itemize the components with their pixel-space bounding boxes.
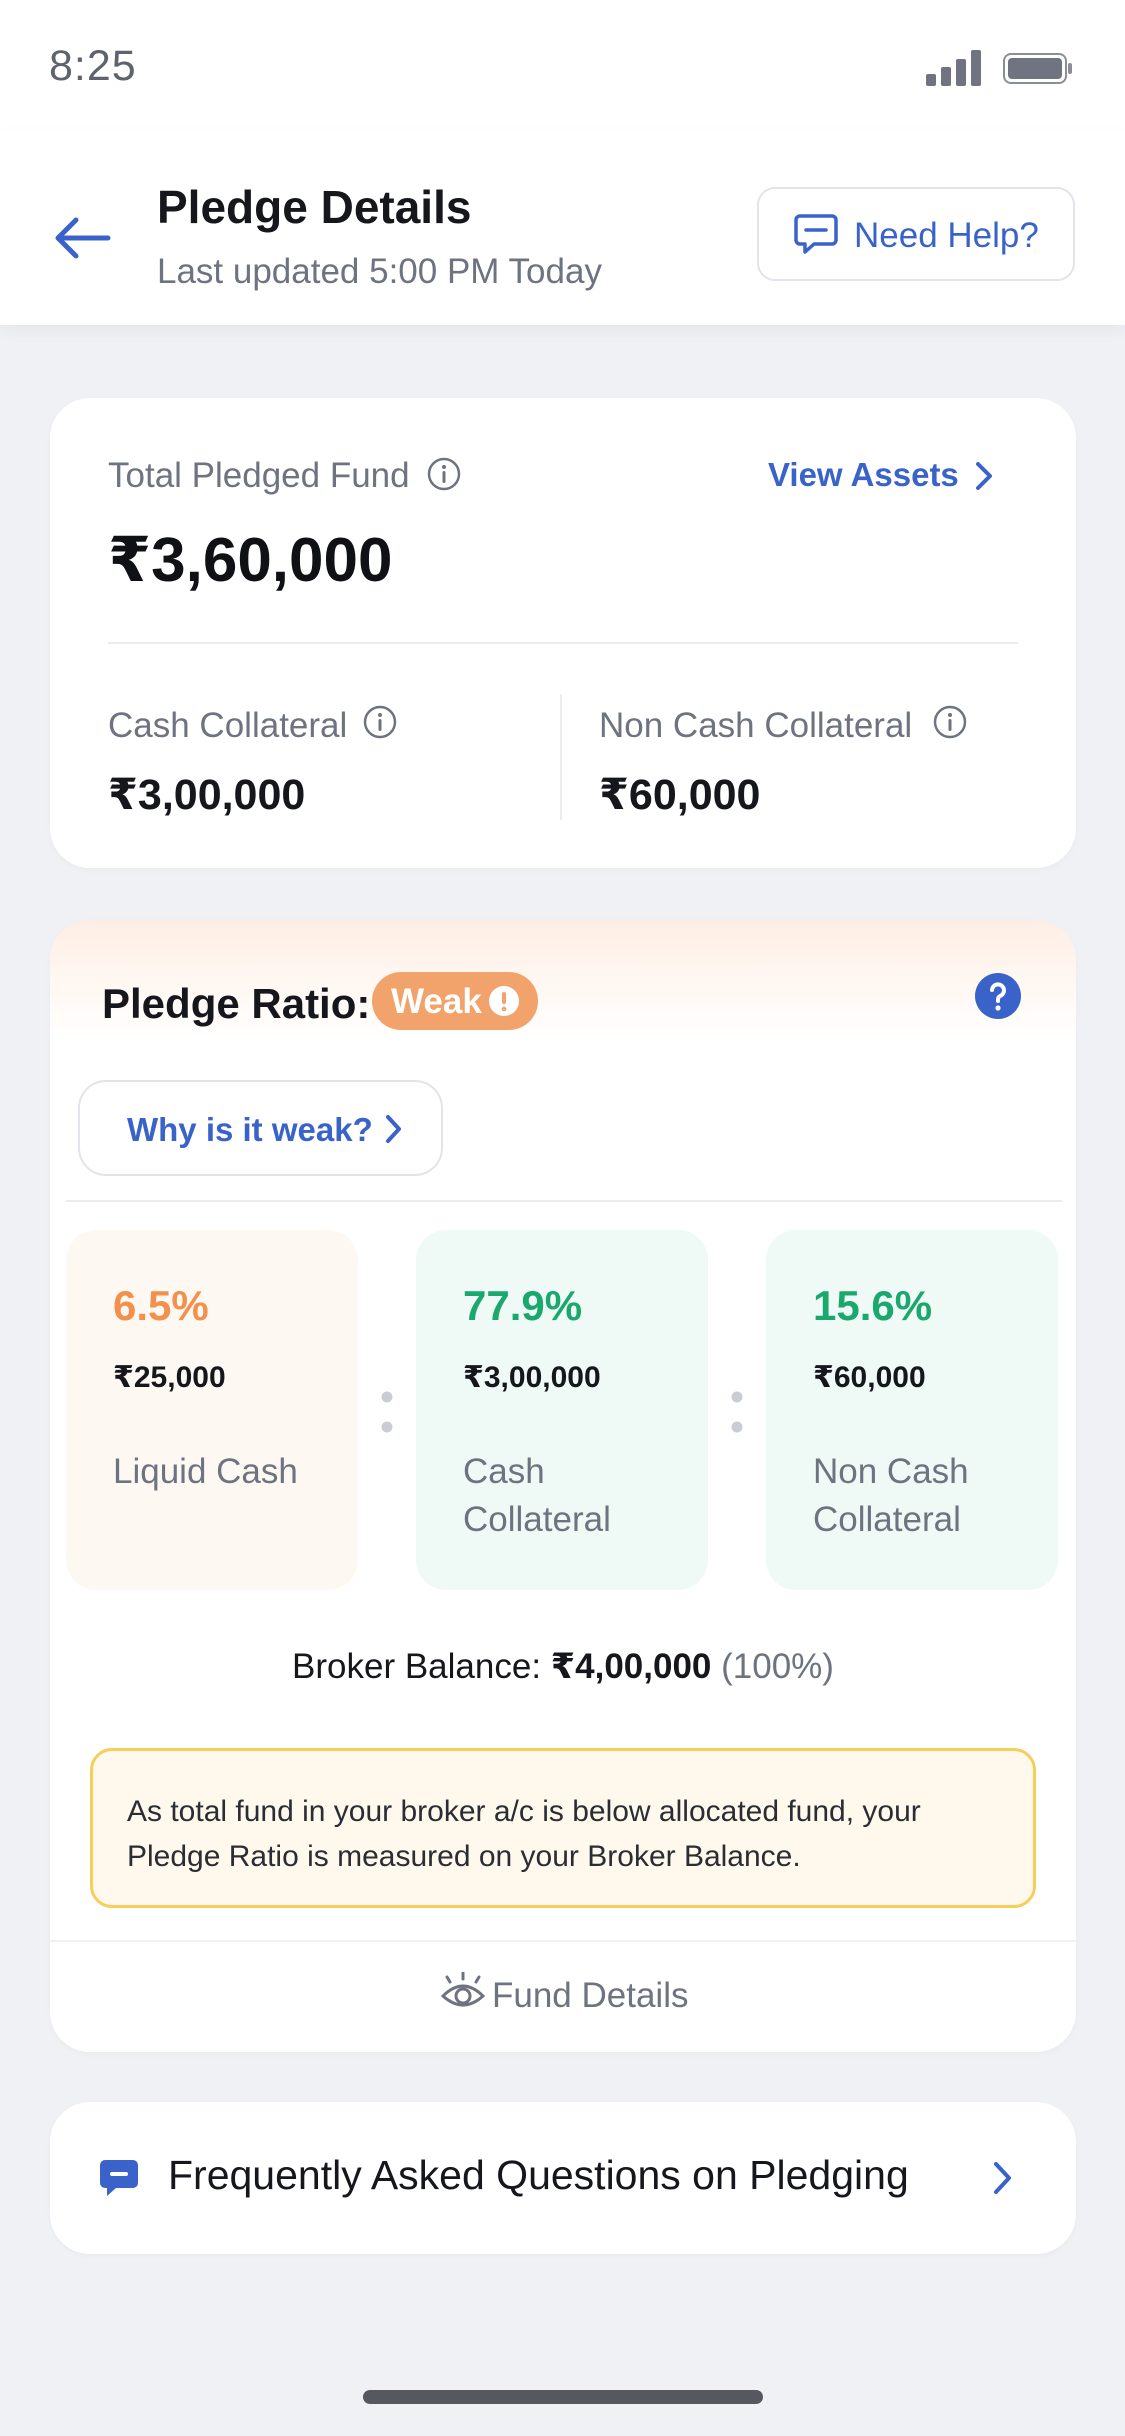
divider — [66, 1200, 1062, 1202]
app-header: Pledge Details Last updated 5:00 PM Toda… — [0, 130, 1125, 325]
total-pledged-value: ₹3,60,000 — [108, 526, 393, 595]
status-badge-label: Weak — [391, 982, 482, 1021]
ratio-label: Cash Collateral — [463, 1452, 611, 1539]
fund-details-label: Fund Details — [492, 1976, 689, 2015]
divider — [50, 1940, 1076, 1942]
info-icon[interactable] — [426, 456, 462, 492]
non-cash-collateral-value: ₹60,000 — [599, 771, 761, 819]
ratio-label: Non Cash Collateral — [813, 1452, 969, 1539]
alert-icon — [489, 986, 519, 1016]
pledge-ratio-title: Pledge Ratio: — [102, 980, 371, 1027]
total-pledged-card: Total Pledged Fund View Assets ₹3,60,000… — [50, 398, 1076, 868]
view-assets-link[interactable]: View Assets — [768, 456, 959, 494]
ratio-amount: ₹60,000 — [813, 1361, 926, 1394]
chat-help-icon — [794, 214, 838, 254]
broker-balance-percent: (100%) — [721, 1647, 834, 1686]
cash-collateral-label: Cash Collateral — [108, 706, 348, 745]
status-time: 8:25 — [49, 42, 137, 90]
info-icon[interactable] — [362, 704, 398, 740]
chevron-right-icon — [386, 1115, 401, 1143]
page-title: Pledge Details — [157, 181, 472, 233]
ratio-separator — [731, 1391, 743, 1433]
cash-collateral-tile: 77.9% ₹3,00,000 Cash Collateral — [416, 1230, 708, 1590]
ratio-amount: ₹25,000 — [113, 1361, 226, 1394]
broker-balance-label: Broker Balance: — [292, 1647, 542, 1686]
ratio-label: Liquid Cash — [113, 1452, 298, 1491]
ratio-separator — [381, 1391, 393, 1433]
back-arrow-icon[interactable] — [50, 210, 114, 266]
broker-balance-value: ₹4,00,000 — [550, 1647, 712, 1686]
chevron-right-icon[interactable] — [968, 458, 998, 494]
cash-collateral-value: ₹3,00,000 — [108, 771, 306, 819]
signal-icon — [926, 50, 981, 86]
faq-label: Frequently Asked Questions on Pledging — [168, 2152, 909, 2198]
pledge-ratio-card: Pledge Ratio: Weak Why is it weak? 6.5% … — [50, 920, 1076, 2052]
ratio-percent: 77.9% — [463, 1282, 583, 1329]
divider — [108, 642, 1018, 644]
info-note-text: As total fund in your broker a/c is belo… — [127, 1795, 921, 1873]
need-help-button[interactable]: Need Help? — [757, 187, 1075, 281]
faq-link[interactable]: Frequently Asked Questions on Pledging — [50, 2102, 1076, 2254]
eye-icon — [440, 1972, 486, 2007]
question-icon[interactable] — [974, 972, 1022, 1020]
info-icon[interactable] — [932, 704, 968, 740]
ratio-percent: 15.6% — [813, 1282, 933, 1329]
status-bar: 8:25 — [0, 0, 1125, 130]
need-help-label: Need Help? — [854, 216, 1039, 255]
non-cash-collateral-label: Non Cash Collateral — [599, 706, 913, 745]
status-badge: Weak — [372, 972, 538, 1030]
liquid-cash-tile: 6.5% ₹25,000 Liquid Cash — [66, 1230, 358, 1590]
broker-balance: Broker Balance: ₹4,00,000 (100%) — [50, 1647, 1076, 1687]
info-note: As total fund in your broker a/c is belo… — [90, 1748, 1036, 1908]
home-indicator[interactable] — [363, 2390, 763, 2404]
divider — [560, 694, 562, 820]
why-weak-label: Why is it weak? — [127, 1111, 373, 1148]
chat-icon — [100, 2160, 138, 2196]
chevron-right-icon — [994, 2162, 1011, 2194]
non-cash-collateral-tile: 15.6% ₹60,000 Non Cash Collateral — [766, 1230, 1058, 1590]
battery-icon — [1003, 53, 1072, 84]
last-updated-text: Last updated 5:00 PM Today — [157, 252, 602, 291]
why-weak-button[interactable]: Why is it weak? — [78, 1080, 443, 1176]
ratio-percent: 6.5% — [113, 1282, 209, 1329]
total-pledged-label: Total Pledged Fund — [108, 456, 410, 495]
ratio-amount: ₹3,00,000 — [463, 1361, 601, 1394]
